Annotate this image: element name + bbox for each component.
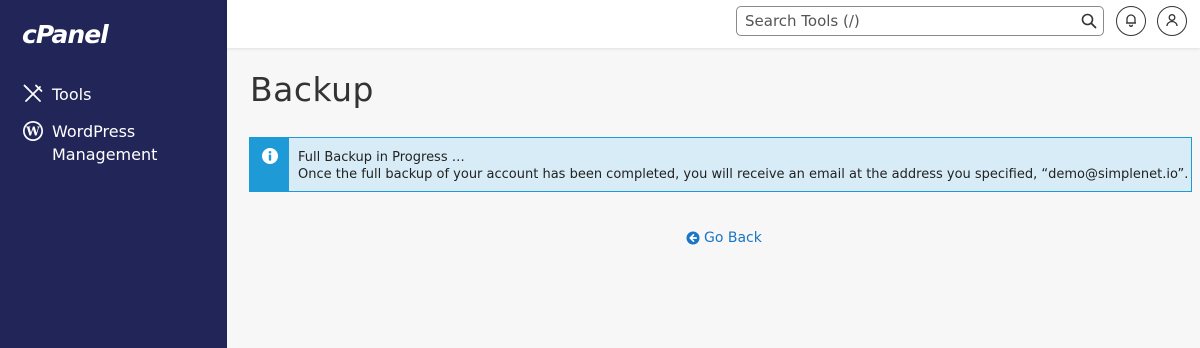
search-box[interactable] bbox=[736, 6, 1104, 36]
page-title: Backup bbox=[250, 70, 374, 109]
sidebar-item-wordpress-management[interactable]: W WordPress Management bbox=[22, 120, 202, 166]
search-icon[interactable] bbox=[1081, 13, 1097, 29]
sidebar-item-label: WordPress Management bbox=[52, 122, 158, 164]
cpanel-logo[interactable]: cPanel bbox=[22, 20, 109, 49]
tools-icon bbox=[22, 83, 44, 105]
user-icon bbox=[1165, 12, 1179, 31]
alert-message: Once the full backup of your account has… bbox=[298, 167, 1189, 182]
alert-heading: Full Backup in Progress … bbox=[298, 150, 465, 165]
info-icon bbox=[261, 148, 278, 191]
go-back-link[interactable]: Go Back bbox=[686, 230, 762, 246]
arrow-left-circle-icon bbox=[686, 231, 700, 245]
sidebar-item-label: Tools bbox=[52, 85, 92, 104]
go-back-label: Go Back bbox=[704, 230, 762, 246]
sidebar-item-tools[interactable]: Tools bbox=[22, 83, 91, 106]
info-alert: Full Backup in Progress … Once the full … bbox=[249, 137, 1192, 192]
bell-icon bbox=[1124, 12, 1138, 31]
svg-text:W: W bbox=[25, 125, 40, 139]
search-input[interactable] bbox=[745, 7, 1065, 35]
alert-icon-bar bbox=[250, 138, 289, 191]
user-menu-button[interactable] bbox=[1157, 6, 1187, 36]
sidebar: cPanel Tools W WordPress Management bbox=[0, 0, 227, 348]
top-bar bbox=[227, 0, 1200, 48]
notifications-button[interactable] bbox=[1116, 6, 1146, 36]
wordpress-icon: W bbox=[22, 120, 44, 142]
alert-text: Full Backup in Progress … Once the full … bbox=[289, 138, 1188, 191]
